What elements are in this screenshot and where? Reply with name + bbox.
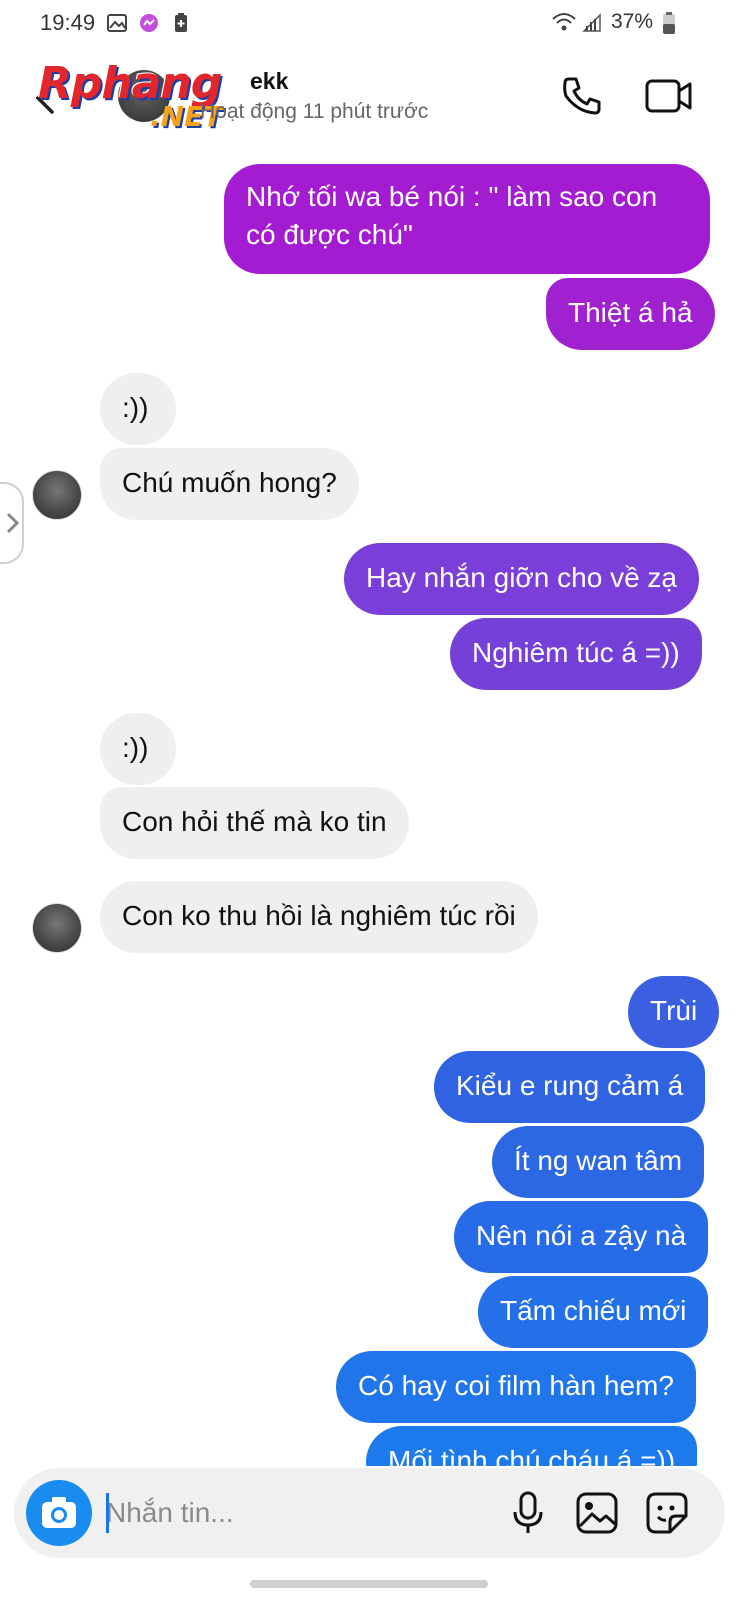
message-bubble-outgoing[interactable]: Có hay coi film hàn hem?	[336, 1351, 696, 1423]
avatar[interactable]	[32, 470, 82, 520]
message-bubble-incoming[interactable]: :))	[100, 713, 176, 785]
message-clip: Mối tình chú cháu á =))	[0, 1422, 739, 1466]
voice-call-button[interactable]	[560, 74, 604, 118]
signal-icon	[581, 11, 603, 33]
message-bubble-incoming[interactable]: Con hỏi thế mà ko tin	[100, 787, 409, 859]
battery-icon	[661, 11, 683, 34]
message-bubble-outgoing[interactable]: Ít ng wan tâm	[492, 1126, 705, 1198]
message-text: có được chú"	[246, 219, 413, 250]
microphone-button[interactable]	[508, 1490, 548, 1536]
message-bubble-outgoing[interactable]: Nhớ tối wa bé nói : " làm sao con có đượ…	[224, 164, 710, 274]
wifi-icon	[551, 11, 576, 33]
gallery-button[interactable]	[574, 1490, 620, 1536]
contact-status: Hoạt động 11 phút trước	[200, 100, 429, 123]
battery-percent: 37%	[610, 10, 653, 33]
message-bubble-outgoing[interactable]: Tấm chiếu mới	[478, 1276, 709, 1348]
chevron-right-icon	[4, 508, 22, 538]
status-bar: 19:49 37%	[0, 0, 739, 48]
home-indicator[interactable]	[250, 1580, 488, 1588]
message-text: Nhớ tối wa bé nói : " làm sao con	[246, 181, 658, 212]
message-input[interactable]	[106, 1490, 486, 1536]
message-bubble-outgoing[interactable]: Nghiêm túc á =))	[450, 618, 702, 690]
text-cursor	[106, 1493, 109, 1533]
battery-saver-icon	[170, 12, 192, 34]
message-bubble-outgoing[interactable]: Hay nhắn giỡn cho về zạ	[344, 543, 699, 615]
avatar[interactable]	[32, 903, 82, 953]
camera-button[interactable]	[26, 1480, 92, 1546]
messenger-icon	[138, 12, 160, 34]
message-bubble-incoming[interactable]: Chú muốn hong?	[100, 448, 359, 520]
message-bubble-incoming[interactable]: :))	[100, 373, 176, 445]
status-time: 19:49	[40, 10, 96, 35]
message-bubble-incoming[interactable]: Con ko thu hồi là nghiêm túc rồi	[100, 881, 538, 953]
contact-name[interactable]: ekk	[250, 68, 288, 95]
watermark-logo: Rphang .NET	[38, 58, 268, 138]
chat-header: Rphang .NET ekk Hoạt động 11 phút trước	[0, 48, 739, 148]
image-icon	[106, 12, 128, 34]
side-panel-tab[interactable]	[0, 482, 24, 564]
sticker-button[interactable]	[644, 1490, 690, 1536]
message-bubble-outgoing[interactable]: Kiểu e rung cảm á	[434, 1051, 706, 1123]
video-call-button[interactable]	[644, 74, 694, 118]
message-bubble-outgoing[interactable]: Trùi	[628, 976, 720, 1048]
message-bubble-outgoing[interactable]: Nên nói a zậy nà	[454, 1201, 709, 1273]
message-bubble-outgoing[interactable]: Mối tình chú cháu á =))	[366, 1426, 698, 1466]
message-composer	[14, 1468, 725, 1558]
message-bubble-outgoing[interactable]: Thiệt á hả	[546, 278, 715, 350]
